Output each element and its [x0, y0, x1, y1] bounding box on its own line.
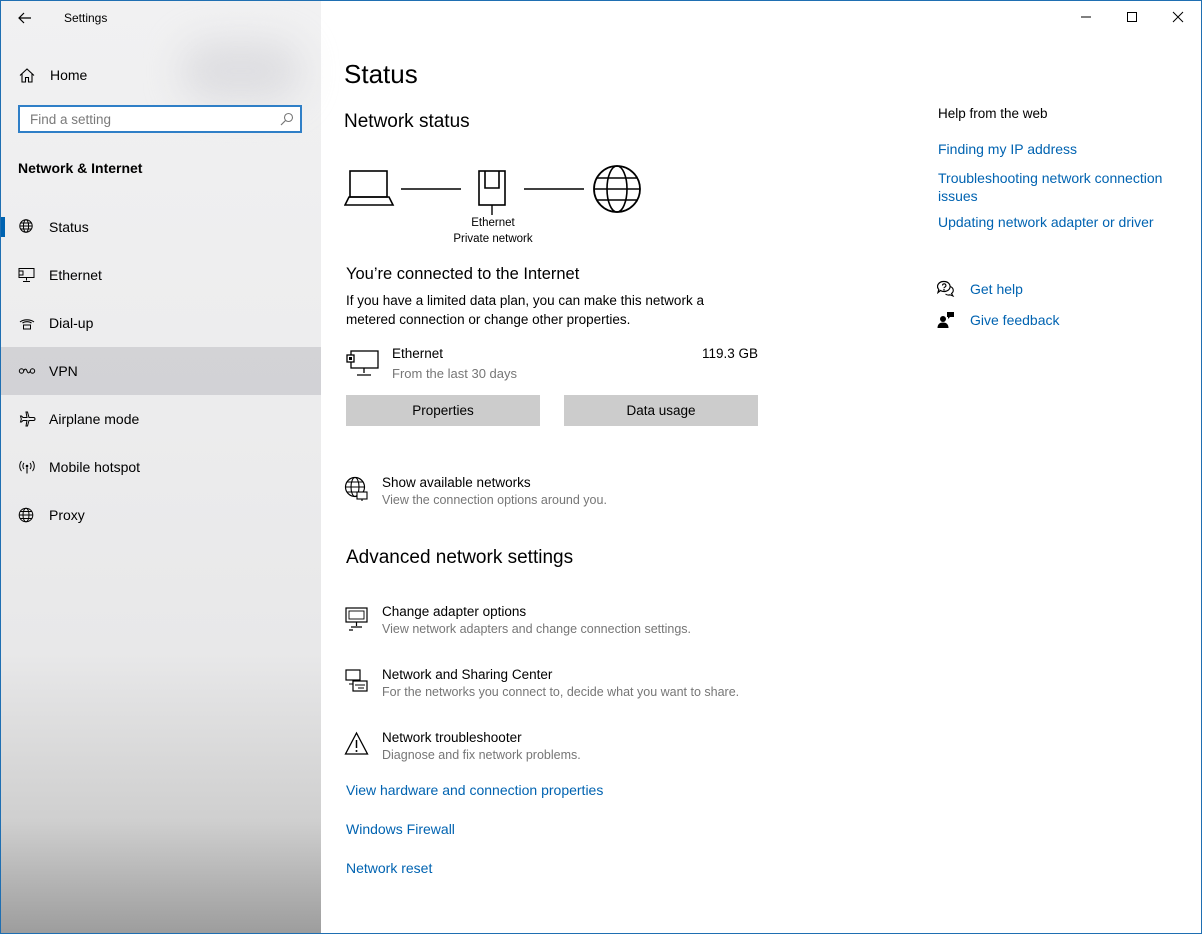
search-input[interactable]: [30, 110, 270, 128]
row-title: Show available networks: [382, 475, 531, 490]
network-status-heading: Network status: [344, 111, 470, 132]
give-feedback-icon: [937, 312, 954, 328]
network-profile-label: Private network: [453, 233, 533, 245]
adapter-options-icon: [345, 607, 368, 631]
sharing-center-icon: [345, 669, 368, 692]
show-available-networks[interactable]: Show available networks View the connect…: [344, 475, 764, 515]
hotspot-icon: [19, 460, 35, 474]
row-title: Network troubleshooter: [382, 730, 522, 745]
main-content: Status Network status Ethernet Private n…: [322, 1, 1201, 933]
adapter-label: Ethernet: [471, 217, 515, 229]
sidebar-item-label: Ethernet: [49, 267, 102, 283]
windows-firewall-link[interactable]: Windows Firewall: [346, 821, 455, 837]
laptop-icon: [344, 170, 395, 206]
usage-period: From the last 30 days: [392, 366, 517, 381]
help-link-troubleshooting[interactable]: Troubleshooting network connection issue…: [938, 169, 1178, 205]
back-arrow-icon: [18, 12, 31, 24]
get-help-link[interactable]: Get help: [970, 281, 1023, 297]
connected-heading: You’re connected to the Internet: [346, 265, 580, 283]
row-subtitle: For the networks you connect to, decide …: [382, 685, 740, 699]
usage-amount: 119.3 GB: [701, 346, 758, 361]
back-button[interactable]: [11, 5, 39, 31]
home-label: Home: [50, 67, 88, 83]
network-troubleshooter[interactable]: Network troubleshooter Diagnose and fix …: [344, 730, 804, 770]
view-hardware-link[interactable]: View hardware and connection properties: [346, 782, 603, 798]
give-feedback-link[interactable]: Give feedback: [970, 312, 1060, 328]
sidebar-item-airplane-mode[interactable]: Airplane mode: [1, 395, 321, 443]
row-subtitle: View network adapters and change connect…: [382, 622, 691, 636]
help-link-adapter-driver[interactable]: Updating network adapter or driver: [938, 214, 1154, 230]
sidebar-item-label: Airplane mode: [49, 411, 140, 427]
network-diagram: [344, 165, 641, 215]
usage-period-text: From the last 30 days: [392, 366, 517, 381]
row-title: Change adapter options: [382, 604, 527, 619]
app-title: Settings: [64, 11, 108, 25]
router-icon: [478, 170, 506, 215]
sidebar-item-proxy[interactable]: Proxy: [1, 491, 321, 539]
sidebar-item-status[interactable]: Status: [1, 203, 321, 251]
airplane-icon: [19, 411, 36, 427]
nav-list: Status Ethernet Dial-up VPN Airplane mod…: [1, 203, 321, 539]
sidebar: Settings Home Network & Internet: [1, 1, 321, 933]
properties-button[interactable]: Properties: [346, 395, 540, 426]
ethernet-icon: [18, 268, 35, 282]
row-title: Network and Sharing Center: [382, 667, 553, 682]
sidebar-item-label: Dial-up: [49, 315, 94, 331]
settings-window: Settings Home Network & Internet: [0, 0, 1202, 934]
sidebar-item-mobile-hotspot[interactable]: Mobile hotspot: [1, 443, 321, 491]
dialup-icon: [19, 319, 35, 330]
available-networks-icon: [344, 476, 368, 501]
vpn-icon: [18, 368, 36, 374]
usage-adapter-name: Ethernet: [392, 346, 444, 361]
row-subtitle: Diagnose and fix network problems.: [382, 748, 581, 762]
advanced-heading: Advanced network settings: [346, 547, 574, 568]
sidebar-item-label: Proxy: [49, 507, 85, 523]
warning-triangle-icon: [344, 731, 369, 755]
row-subtitle: View the connection options around you.: [382, 493, 607, 507]
sidebar-item-vpn[interactable]: VPN: [1, 347, 321, 395]
status-globe-icon: [19, 219, 33, 233]
home-icon: [19, 68, 35, 83]
network-sharing-center[interactable]: Network and Sharing Center For the netwo…: [344, 667, 804, 707]
sidebar-item-label: Status: [49, 219, 89, 235]
get-help-icon: [937, 280, 955, 297]
sidebar-item-label: VPN: [49, 363, 78, 379]
network-reset-link[interactable]: Network reset: [346, 860, 432, 876]
section-title: Network & Internet: [18, 160, 143, 176]
selected-indicator: [1, 217, 5, 237]
data-usage-button[interactable]: Data usage: [564, 395, 758, 426]
help-link-ip[interactable]: Finding my IP address: [938, 141, 1077, 157]
search-box[interactable]: [18, 105, 302, 133]
sidebar-item-dial-up[interactable]: Dial-up: [1, 299, 321, 347]
page-title: Status: [344, 59, 418, 89]
sidebar-item-label: Mobile hotspot: [49, 459, 141, 475]
help-heading: Help from the web: [938, 106, 1048, 121]
nav-home[interactable]: Home: [1, 59, 321, 91]
title-bar: Settings: [1, 1, 321, 35]
change-adapter-options[interactable]: Change adapter options View network adap…: [344, 604, 804, 644]
search-icon[interactable]: [280, 112, 294, 126]
sidebar-item-ethernet[interactable]: Ethernet: [1, 251, 321, 299]
internet-globe-icon: [593, 165, 641, 213]
connected-description: If you have a limited data plan, you can…: [346, 293, 704, 327]
proxy-globe-icon: [18, 507, 34, 523]
ethernet-adapter-icon: [346, 350, 379, 376]
